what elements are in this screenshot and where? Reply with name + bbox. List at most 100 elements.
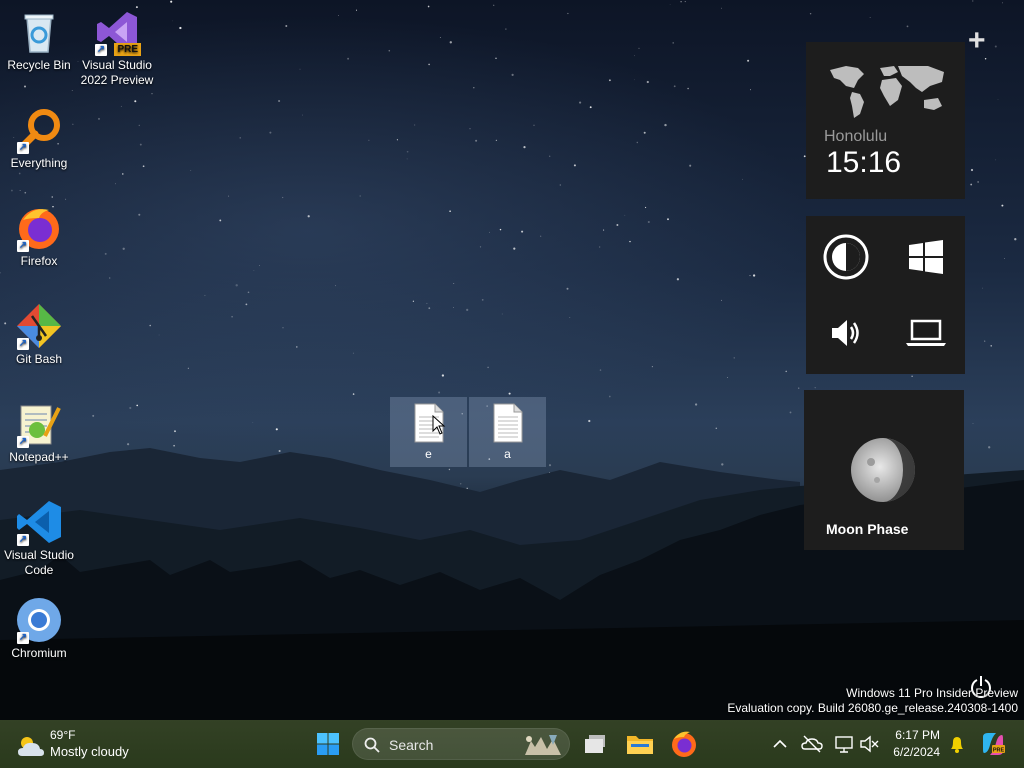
star <box>540 527 542 529</box>
star <box>439 515 441 517</box>
task-view-button[interactable] <box>578 726 614 762</box>
desktop-icon-git-bash[interactable]: ↗ Git Bash <box>0 302 78 367</box>
star <box>368 139 370 141</box>
firefox-taskbar-button[interactable] <box>666 726 702 762</box>
star <box>513 247 516 250</box>
star <box>481 298 484 301</box>
star <box>721 463 724 466</box>
star <box>136 404 139 407</box>
star <box>139 143 142 146</box>
notification-bell-icon[interactable] <box>946 733 968 755</box>
star <box>729 487 731 490</box>
star <box>449 210 451 212</box>
star <box>646 80 649 84</box>
star <box>428 63 430 66</box>
star <box>259 265 260 266</box>
star <box>676 278 680 281</box>
magnifier-icon: ↗ <box>15 106 63 154</box>
star <box>549 471 551 474</box>
star <box>388 49 391 52</box>
star <box>638 47 640 50</box>
desktop-icon-visual-studio-code[interactable]: ↗ Visual Studio Code <box>0 498 78 578</box>
shortcut-arrow-icon: ↗ <box>17 534 29 546</box>
star <box>984 340 986 342</box>
weather-widget[interactable]: 69°F Mostly cloudy <box>16 728 156 762</box>
desktop-file-a[interactable]: a <box>469 397 546 467</box>
star <box>479 246 482 248</box>
star <box>569 317 571 319</box>
windows-logo-icon <box>317 733 339 755</box>
copilot-preview-icon[interactable]: PRE <box>980 731 1006 757</box>
star <box>347 57 350 60</box>
volume-muted-icon[interactable] <box>858 733 880 755</box>
plus-icon[interactable]: + <box>968 26 986 56</box>
desktop-icon-firefox[interactable]: ↗ Firefox <box>0 204 78 269</box>
star <box>970 168 974 172</box>
star <box>616 224 619 226</box>
star <box>651 366 653 368</box>
star <box>468 540 471 543</box>
desktop-icon-everything[interactable]: ↗ Everything <box>0 106 78 171</box>
star <box>523 146 526 149</box>
star <box>557 553 560 556</box>
star <box>972 0 974 2</box>
star <box>749 89 751 91</box>
star <box>174 430 176 433</box>
star <box>299 68 301 70</box>
git-bash-icon: ↗ <box>15 302 63 350</box>
star <box>1014 238 1017 241</box>
star <box>466 308 469 312</box>
star <box>396 139 398 141</box>
star <box>158 334 160 336</box>
star <box>589 106 592 109</box>
start-button[interactable] <box>310 726 346 762</box>
world-clock-widget[interactable]: Honolulu 15:16 <box>806 42 965 199</box>
taskbar: 69°F Mostly cloudy Search 6:17 PM 6/2/20… <box>0 720 1024 768</box>
star <box>301 558 302 560</box>
star <box>65 198 67 200</box>
desktop-file-e[interactable]: e <box>390 397 467 467</box>
windows-icon[interactable] <box>902 233 950 281</box>
star <box>338 15 339 16</box>
star <box>449 41 452 44</box>
desktop-icon-label: Visual Studio 2022 Preview <box>80 58 154 87</box>
star <box>179 26 182 30</box>
star <box>275 428 278 431</box>
windows-watermark: Windows 11 Pro Insider Preview Evaluatio… <box>727 686 1018 716</box>
star <box>629 240 631 243</box>
star <box>1001 204 1004 207</box>
star <box>548 464 552 467</box>
star <box>151 93 153 95</box>
desktop-icon-chromium[interactable]: ↗ Chromium <box>0 596 78 661</box>
star <box>122 247 125 250</box>
star <box>1004 258 1006 260</box>
star <box>559 184 561 186</box>
star <box>190 169 192 171</box>
network-icon[interactable] <box>833 733 855 755</box>
star <box>977 181 979 183</box>
star <box>789 411 792 414</box>
desktop-icon-visual-studio-2022-preview[interactable]: PRE ↗ Visual Studio 2022 Preview <box>78 8 156 88</box>
laptop-icon[interactable] <box>902 309 950 357</box>
taskbar-clock[interactable]: 6:17 PM 6/2/2024 <box>880 727 940 761</box>
star <box>190 478 192 480</box>
desktop-icon-notepad-plus-plus[interactable]: ↗ Notepad++ <box>0 400 78 465</box>
star <box>173 444 175 447</box>
moon-phase-widget[interactable]: Moon Phase <box>804 390 964 550</box>
onedrive-offline-icon[interactable] <box>801 733 823 755</box>
star <box>475 139 478 142</box>
star <box>599 246 601 248</box>
star <box>466 487 469 490</box>
star <box>245 303 248 306</box>
desktop-icon-label: Visual Studio Code <box>4 548 74 577</box>
volume-icon[interactable] <box>822 309 870 357</box>
star <box>809 12 812 15</box>
preview-badge: PRE <box>114 43 141 56</box>
desktop-icon-recycle-bin[interactable]: Recycle Bin <box>0 8 78 73</box>
chevron-up-icon[interactable] <box>769 733 791 755</box>
star <box>579 101 582 104</box>
contrast-icon[interactable] <box>822 233 870 281</box>
clock-time: 15:16 <box>826 146 902 179</box>
file-explorer-button[interactable] <box>622 726 658 762</box>
taskbar-search-box[interactable]: Search <box>352 728 570 760</box>
